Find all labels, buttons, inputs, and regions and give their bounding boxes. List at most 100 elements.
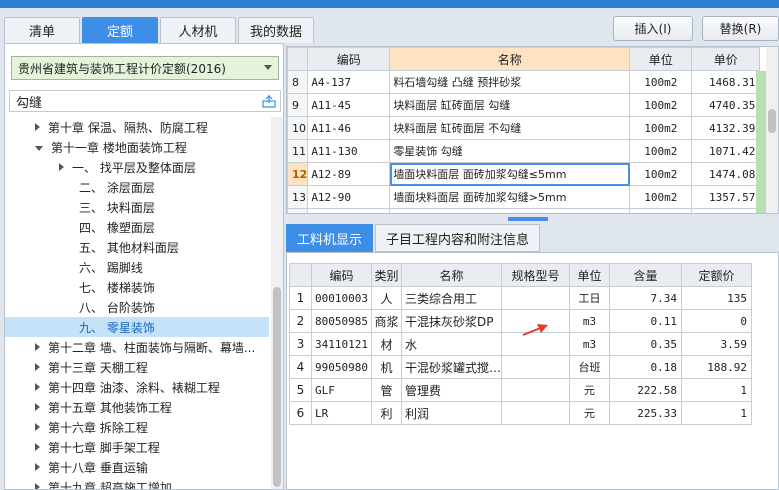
qty-cell[interactable]: 0.35 [609,332,683,356]
tree-item[interactable]: 七、 楼梯装饰 [5,277,269,297]
unit-cell[interactable]: 元 [569,378,611,402]
column-header[interactable]: 编码 [311,263,372,287]
unit-cell[interactable]: 元 [569,401,611,425]
expand-right-icon[interactable] [35,123,40,131]
expand-right-icon[interactable] [35,383,40,391]
price-cell[interactable]: 3.59 [681,332,753,356]
qty-cell[interactable]: 225.33 [609,401,683,425]
code-cell[interactable]: GLF [311,378,372,402]
tab-left-1[interactable]: 定额 [82,17,158,43]
quota-grid-scrollbar-thumb[interactable] [768,109,776,133]
tree-item[interactable]: 三、 块料面层 [5,197,269,217]
tree-item[interactable]: 九、 零星装饰 [5,317,269,337]
qty-cell[interactable]: 7.34 [609,286,683,310]
column-header[interactable]: 规格型号 [501,263,571,287]
tree-scrollbar[interactable] [271,117,283,489]
quota-grid-scrollbar[interactable] [766,47,778,213]
table-row[interactable]: 1 00010003 人三类综合用工 工日 7.34 135 [289,286,753,310]
unit-cell[interactable]: 工日 [569,286,611,310]
tab-detail-0[interactable]: 工料机显示 [286,224,374,252]
qty-cell[interactable]: 222.58 [609,378,683,402]
table-row[interactable]: 10 A11-46 块料面层 缸砖面层 不勾缝 100m2 4132.39 [287,116,761,140]
column-header[interactable]: 单价 [691,47,761,71]
tree-scrollbar-thumb[interactable] [273,287,281,487]
tree-item[interactable]: 六、 踢脚线 [5,257,269,277]
type-cell[interactable]: 利 [371,401,402,425]
code-cell[interactable]: A11-46 [307,116,391,140]
expand-down-icon[interactable] [35,145,43,151]
tab-detail-1[interactable]: 子目工程内容和附注信息 [375,224,541,252]
code-cell[interactable]: 00010003 [311,286,372,310]
expand-right-icon[interactable] [35,343,40,351]
column-header[interactable]: 编码 [307,47,391,71]
unit-cell[interactable]: 100m2 [629,185,693,209]
type-cell[interactable]: 材 [371,332,402,356]
expand-right-icon[interactable] [35,423,40,431]
column-header[interactable]: 类别 [371,263,402,287]
tree-item[interactable]: 第十二章 墙、柱面装饰与隔断、幕墙... [5,337,269,357]
column-header[interactable]: 单位 [569,263,611,287]
tree-item[interactable]: 第十八章 垂直运输 [5,457,269,477]
name-cell[interactable]: 墙面块料面层 面砖加浆勾缝≤5mm [389,162,631,186]
column-header[interactable] [289,263,312,287]
name-cell[interactable]: 料石墙勾缝 凸缝 预拌砂浆 [389,70,631,94]
code-cell[interactable]: A12-90 [307,185,391,209]
unit-cell[interactable]: 台班 [569,355,611,379]
column-header[interactable]: 含量 [609,263,683,287]
table-row[interactable]: 6 LR 利利润 元 225.33 1 [289,401,753,425]
column-header[interactable]: 名称 [389,47,631,71]
code-cell[interactable]: A11-45 [307,93,391,117]
table-row[interactable]: 9 A11-45 块料面层 缸砖面层 勾缝 100m2 4740.35 [287,93,761,117]
table-row[interactable]: 块(料)面铺贴材料 面砖加浆勾缝 钢筋 [287,208,761,213]
type-cell[interactable]: 管 [371,378,402,402]
price-cell[interactable]: 1357.57 [691,185,761,209]
name-cell[interactable]: 块料面层 缸砖面层 不勾缝 [389,116,631,140]
tab-left-2[interactable]: 人材机 [160,17,236,43]
table-row[interactable]: 8 A4-137 料石墙勾缝 凸缝 预拌砂浆 100m2 1468.31 [287,70,761,94]
price-cell[interactable]: 4132.39 [691,116,761,140]
unit-cell[interactable]: 100m2 [629,70,693,94]
code-cell[interactable]: A4-137 [307,70,391,94]
type-cell[interactable]: 机 [371,355,402,379]
price-cell[interactable]: 1 [681,378,753,402]
expand-right-icon[interactable] [35,363,40,371]
spec-cell[interactable] [501,355,571,379]
unit-cell[interactable]: 100m2 [629,139,693,163]
table-row[interactable]: 13 A12-90 墙面块料面层 面砖加浆勾缝>5mm 100m2 1357.57 [287,185,761,209]
expand-right-icon[interactable] [35,403,40,411]
column-header[interactable]: 单位 [629,47,693,71]
price-cell[interactable]: 1071.42 [691,139,761,163]
search-filter-icon[interactable] [262,94,276,108]
expand-right-icon[interactable] [59,163,64,171]
column-header[interactable] [287,47,309,71]
tree-item[interactable]: 第十章 保温、隔热、防腐工程 [5,117,269,137]
name-cell[interactable]: 墙面块料面层 面砖加浆勾缝>5mm [389,185,631,209]
name-cell[interactable]: 管理费 [400,378,503,402]
tree-item[interactable]: 八、 台阶装饰 [5,297,269,317]
replace-button[interactable]: 替换(R) [702,16,779,41]
spec-cell[interactable] [501,286,571,310]
tree-item[interactable]: 二、 涂层面层 [5,177,269,197]
code-cell[interactable]: A12-89 [307,162,391,186]
tree-item[interactable]: 第十九章 超高施工增加 [5,477,269,489]
price-cell[interactable]: 0 [681,309,753,333]
tree-item[interactable]: 第十三章 天棚工程 [5,357,269,377]
code-cell[interactable]: 34110121 [311,332,372,356]
code-cell[interactable]: 80050985 [311,309,372,333]
code-cell[interactable] [307,208,391,213]
code-cell[interactable]: A11-130 [307,139,391,163]
unit-cell[interactable]: m3 [569,309,611,333]
splitter-grip[interactable] [508,217,548,221]
price-cell[interactable]: 135 [681,286,753,310]
expand-right-icon[interactable] [35,483,40,489]
name-cell[interactable]: 干混抹灰砂浆DP [400,309,503,333]
spec-cell[interactable] [501,401,571,425]
insert-button[interactable]: 插入(I) [613,16,693,41]
type-cell[interactable]: 商浆 [371,309,402,333]
tab-left-3[interactable]: 我的数据 [238,17,314,43]
tree-item[interactable]: 四、 橡塑面层 [5,217,269,237]
tree-item[interactable]: 第十六章 拆除工程 [5,417,269,437]
qty-cell[interactable]: 0.18 [609,355,683,379]
name-cell[interactable]: 干混砂浆罐式搅… [400,355,503,379]
table-row[interactable]: 5 GLF 管管理费 元 222.58 1 [289,378,753,402]
